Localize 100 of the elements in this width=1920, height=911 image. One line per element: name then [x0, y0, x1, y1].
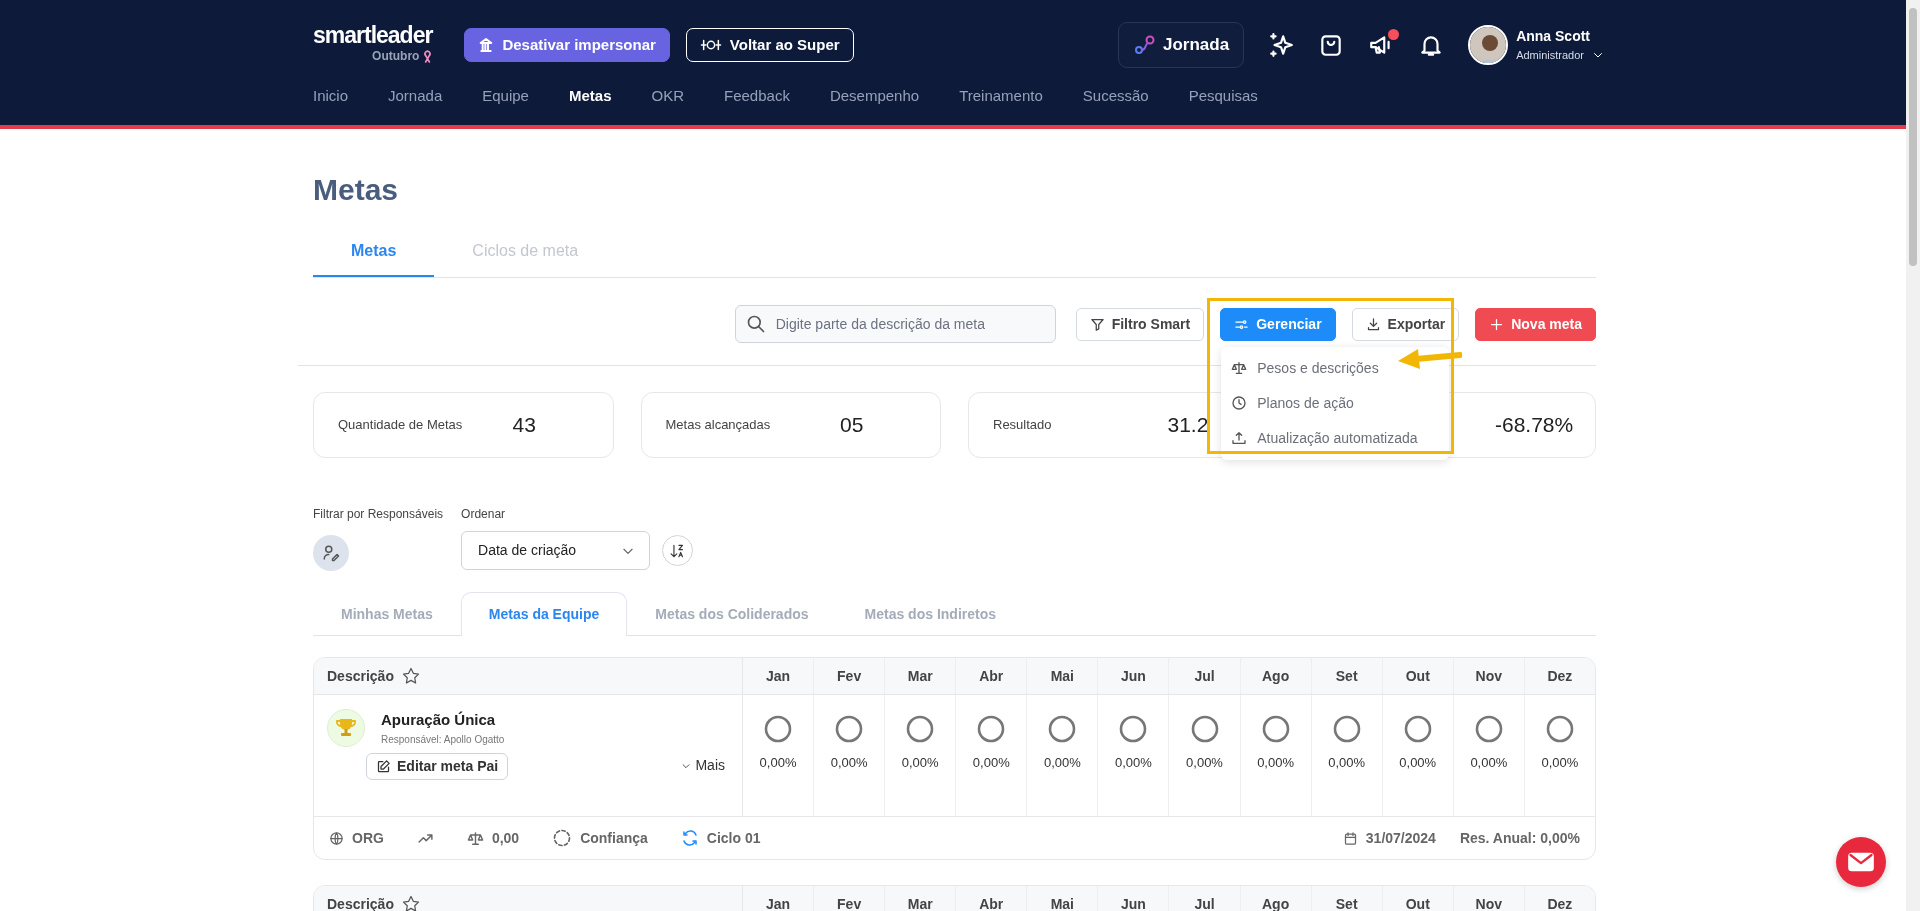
column-header: Nov [1453, 658, 1525, 694]
dashed-circle-icon [552, 828, 573, 848]
status-circle-icon [906, 715, 935, 743]
weight-value: 0,00 [491, 828, 520, 848]
status-circle-icon [1474, 715, 1503, 743]
month-value: 0,00% [1043, 754, 1081, 772]
cycle-label: Ciclo 01 [706, 828, 761, 848]
goal-title: Apuração Única [381, 710, 497, 730]
download-icon [1365, 316, 1381, 332]
trophy-icon [327, 709, 365, 747]
scale-icon [1231, 360, 1248, 376]
plus-icon [1489, 316, 1505, 332]
sparkle-icon[interactable] [1268, 31, 1295, 58]
confidence-label: Confiança [580, 828, 648, 848]
scope-label: ORG [352, 828, 384, 848]
nav-link[interactable]: Jornada [388, 84, 443, 107]
column-header: Jun [1098, 886, 1170, 911]
filter-button[interactable]: Filtro Smart [1075, 307, 1205, 341]
month-value: 0,00% [1186, 754, 1223, 772]
order-label: Ordenar [461, 506, 507, 523]
status-circle-icon [1048, 715, 1077, 743]
edit-icon [376, 759, 391, 774]
nav-link[interactable]: Treinamento [959, 84, 1043, 107]
status-circle-icon [764, 715, 793, 743]
due-date: 31/07/2024 [1365, 828, 1436, 848]
more-link[interactable]: Mais [681, 755, 725, 776]
star-icon[interactable] [400, 666, 421, 686]
column-header: Jul [1169, 886, 1241, 911]
stat-value: 43 [512, 413, 536, 437]
nav-link[interactable]: Pesquisas [1188, 84, 1258, 107]
month-value: 0,00% [1328, 754, 1366, 772]
month-value: 0,00% [1257, 754, 1294, 772]
tab[interactable]: Metas da Equipe [460, 592, 628, 636]
nav-link[interactable]: Metas [568, 84, 612, 107]
cycle-icon [680, 829, 699, 847]
column-header: Abr [956, 886, 1028, 911]
month-value: 0,00% [830, 754, 868, 772]
search-field[interactable]: Digite parte da descrição da meta [734, 305, 1056, 343]
logo[interactable]: smartleader [313, 24, 433, 48]
month-value: 0,00% [759, 754, 797, 772]
column-header: Fev [814, 886, 886, 911]
goal-owner: Responsável: Apollo Ogatto [381, 732, 505, 747]
status-circle-icon [1119, 715, 1148, 743]
mail-button[interactable] [1836, 837, 1886, 887]
nav-link[interactable]: OKR [651, 84, 684, 107]
month-value: 0,00% [901, 754, 939, 772]
column-header: Dez [1546, 894, 1574, 911]
manage-button[interactable]: Gerenciar [1220, 307, 1336, 341]
sort-button[interactable] [662, 535, 694, 566]
responsible-filter-button[interactable] [313, 535, 349, 571]
ribbon-icon [423, 49, 433, 63]
status-circle-icon [1332, 715, 1361, 743]
nav-link[interactable]: Sucessão [1082, 84, 1149, 107]
avatar[interactable] [1468, 24, 1509, 65]
scale-icon [466, 829, 484, 847]
menu-item[interactable]: Planos de ação [1221, 385, 1450, 421]
menu-item[interactable]: Pesos e descrições [1221, 350, 1450, 386]
column-header: Jan [743, 658, 815, 694]
filter-label: Filtrar por Responsáveis [313, 506, 444, 523]
clock-icon [1231, 395, 1248, 411]
status-circle-icon [1190, 715, 1219, 743]
status-circle-icon [1545, 715, 1574, 743]
new-goal-button[interactable]: Nova meta [1475, 307, 1596, 341]
upload-icon [1231, 430, 1248, 446]
month-value: 0,00% [1399, 754, 1437, 772]
stat-label: Resultado [993, 416, 1053, 435]
column-header: Out [1382, 658, 1454, 694]
user-role: Administrador [1516, 48, 1584, 63]
export-button[interactable]: Exportar [1351, 307, 1460, 341]
month-value: 0,00% [1115, 754, 1152, 772]
status-circle-icon [1261, 715, 1290, 743]
nav-link[interactable]: Equipe [482, 84, 529, 107]
column-header: Mar [885, 658, 957, 694]
nav-link[interactable]: Desempenho [829, 84, 920, 107]
filter-icon [1089, 316, 1105, 332]
nav-link[interactable]: Inicio [313, 84, 349, 107]
column-header: Set [1311, 658, 1383, 694]
column-header: Fev [814, 658, 886, 694]
column-header: Mar [885, 886, 957, 911]
column-header: Ago [1240, 886, 1312, 911]
column-header: Mai [1027, 886, 1099, 911]
menu-item[interactable]: Atualização automatizada [1221, 420, 1450, 456]
column-header: Jul [1169, 658, 1241, 694]
month-label: Outubro [372, 48, 420, 66]
column-header: Abr [956, 658, 1028, 694]
journey-button[interactable]: Jornada [1118, 22, 1245, 68]
star-icon[interactable] [400, 894, 421, 911]
annual-result: Res. Anual: 0,00% [1459, 828, 1580, 848]
header-button[interactable]: Voltar ao Super [685, 27, 854, 62]
scrollbar[interactable] [1906, 0, 1920, 911]
nav-link[interactable]: Feedback [724, 84, 790, 107]
header-button[interactable]: Desativar impersonar [464, 27, 670, 62]
column-header: Dez [1546, 666, 1574, 686]
column-header: Set [1311, 886, 1383, 911]
page-title: Metas [313, 172, 400, 208]
order-select[interactable]: Data de criação [461, 531, 651, 570]
edit-button[interactable]: Editar meta Pai [366, 753, 509, 780]
building-icon [478, 36, 495, 53]
tab[interactable]: Metas [313, 239, 435, 277]
column-header: Out [1382, 886, 1454, 911]
